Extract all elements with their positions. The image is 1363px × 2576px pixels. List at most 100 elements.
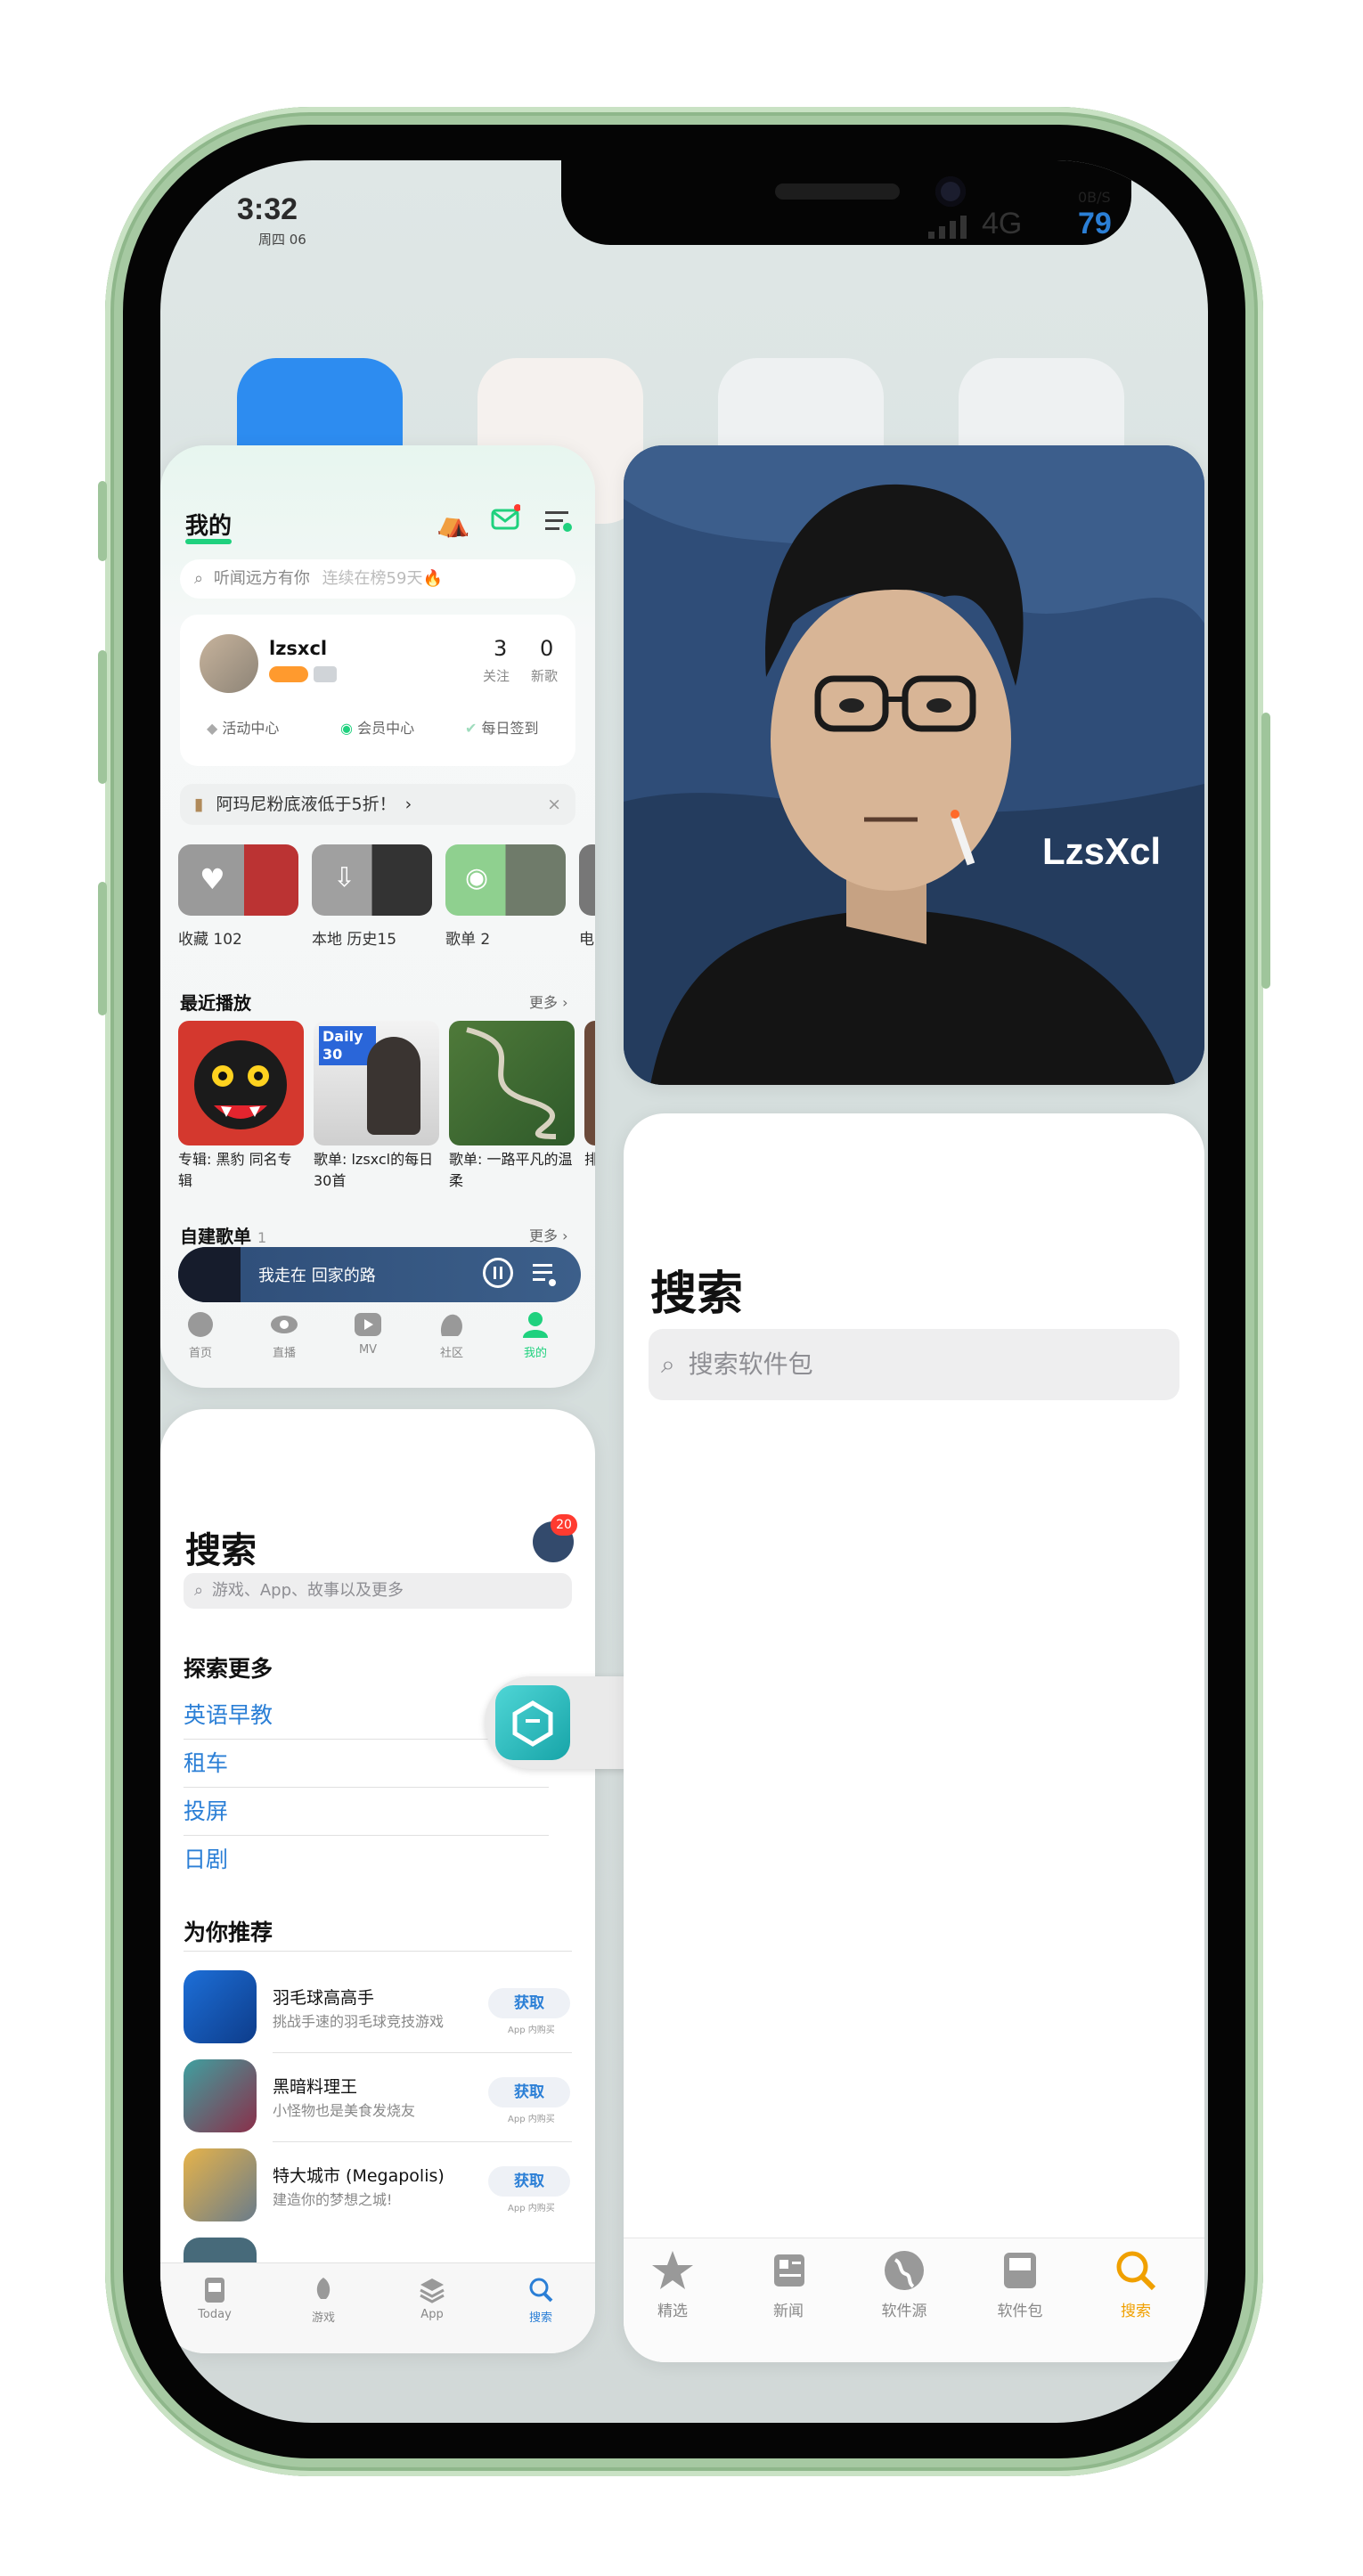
recent-caption-3: 歌单: 一路平凡的温柔 [449, 1151, 573, 1189]
globe-icon [885, 2251, 924, 2290]
mail-icon[interactable] [490, 504, 521, 538]
new-count[interactable]: 0 [540, 636, 553, 661]
profile-card[interactable]: lzsxcl 3 关注 0 新歌 ◆ 活动中心 ◉ 会员中心 ✔ 每日签到 [180, 615, 575, 766]
volume-up-button [98, 650, 107, 784]
recent-more-link[interactable]: 更多 › [529, 990, 568, 1012]
app-name[interactable]: 特大城市 (Megapolis) [273, 2163, 445, 2187]
search-icon [529, 2278, 553, 2303]
tab-featured[interactable]: 精选 [624, 2247, 722, 2320]
tab-packages[interactable]: 软件包 [971, 2247, 1069, 2320]
dark-cuisine-app-icon[interactable] [184, 2059, 257, 2132]
recommend-title: 为你推荐 [184, 1920, 273, 1945]
eye-icon [271, 1316, 298, 1333]
megapolis-app-icon[interactable] [184, 2148, 257, 2221]
chevron-right-icon: › [404, 795, 412, 814]
portrait-image [367, 1037, 420, 1135]
sileo-tab-bar: 精选 新闻 软件源 软件包 搜索 [624, 2238, 1204, 2362]
playlist-queue-icon[interactable] [531, 1261, 559, 1292]
app-store-card[interactable]: 搜索 20 ⌕ 游戏、App、故事以及更多 探索更多 英语早教 租车 投屏 日剧… [160, 1409, 595, 2353]
floating-app-pill[interactable] [485, 1676, 645, 1769]
tab-apps[interactable]: App [392, 2276, 472, 2321]
pause-icon[interactable] [483, 1258, 513, 1288]
custom-playlist-more-link[interactable]: 更多 › [529, 1224, 568, 1245]
music-tab-home[interactable]: 首页 [185, 1309, 227, 1360]
activity-center-link[interactable]: ◆ 活动中心 [207, 716, 279, 738]
tab-search[interactable]: 搜索 [1087, 2247, 1185, 2320]
recent-caption-2: 歌单: lzsxcl的每日30首 [314, 1151, 434, 1189]
get-button[interactable]: 获取 [488, 2077, 570, 2107]
radio-tile[interactable] [579, 844, 595, 916]
now-playing-cover [178, 1247, 241, 1302]
local-label: 本地 历史15 [312, 931, 397, 949]
search-icon: ⌕ [661, 1349, 675, 1379]
music-tab-mv[interactable]: MV [353, 1309, 395, 1357]
recent-cover-road[interactable] [449, 1021, 575, 1145]
discover-link-1[interactable]: 英语早教 [184, 1698, 273, 1730]
person-icon [523, 1312, 548, 1338]
daily-checkin-link[interactable]: ✔ 每日签到 [465, 716, 539, 738]
recent-caption-1: 专辑: 黑豹 同名专辑 [178, 1151, 292, 1189]
tab-sources[interactable]: 软件源 [855, 2247, 953, 2320]
page-title: 搜索 [185, 1530, 257, 1571]
volume-down-button [98, 882, 107, 1015]
search-placeholder: 听闻远方有你 [213, 569, 310, 588]
music-tab-mine[interactable]: 我的 [520, 1309, 562, 1360]
ad-banner[interactable]: ▮ 阿玛尼粉底液低于5折！ › × [180, 784, 575, 825]
avatar[interactable] [200, 634, 258, 693]
divider [273, 2141, 572, 2142]
search-icon [1116, 2251, 1156, 2291]
recent-title: 最近播放 [180, 992, 251, 1014]
search-input[interactable]: ⌕ 游戏、App、故事以及更多 [184, 1573, 572, 1609]
follow-label: 关注 [483, 668, 510, 684]
close-icon[interactable]: × [547, 784, 561, 825]
search-input[interactable]: ⌕ 听闻远方有你 连续在榜59天🔥 [180, 559, 575, 599]
divider [273, 2052, 572, 2053]
tent-icon[interactable]: ⛺ [437, 508, 469, 539]
menu-icon[interactable] [543, 508, 574, 538]
tab-mine-title[interactable]: 我的 [185, 508, 232, 541]
new-label: 新歌 [531, 668, 559, 684]
app-name[interactable]: 黑暗料理王 [273, 2074, 357, 2098]
newspaper-icon [774, 2254, 804, 2287]
get-button[interactable]: 获取 [488, 2166, 570, 2197]
next-app-icon[interactable] [184, 2238, 257, 2262]
avatar-wallpaper-card[interactable]: LzsXcl [624, 445, 1204, 1085]
search-input[interactable]: ⌕ 搜索软件包 [649, 1329, 1179, 1400]
app-store-tab-bar: Today 游戏 App 搜索 [160, 2262, 595, 2353]
account-avatar[interactable]: 20 [533, 1514, 577, 1562]
sileo-app-icon[interactable] [495, 1685, 570, 1760]
follow-count[interactable]: 3 [494, 636, 507, 661]
recent-cover-daily30[interactable]: Daily 30 [314, 1021, 439, 1145]
recent-cover-chart[interactable] [584, 1021, 595, 1145]
badminton-app-icon[interactable] [184, 1970, 257, 2043]
mini-player[interactable]: 我走在 回家的路 [178, 1247, 581, 1302]
get-button[interactable]: 获取 [488, 1988, 570, 2018]
sileo-card[interactable]: 搜索 ⌕ 搜索软件包 精选 新闻 软件源 软件包 搜索 [624, 1113, 1204, 2362]
discover-link-3[interactable]: 投屏 [184, 1794, 228, 1826]
search-icon: ⌕ [194, 1581, 204, 1600]
playlist-tile[interactable]: ◉ [445, 844, 566, 916]
cartoon-portrait [624, 445, 1204, 1085]
tab-games[interactable]: 游戏 [283, 2276, 363, 2325]
tab-search[interactable]: 搜索 [501, 2276, 581, 2325]
star-icon [652, 2251, 693, 2289]
discover-title: 探索更多 [184, 1656, 273, 1682]
recent-cover-panther[interactable] [178, 1021, 304, 1145]
tab-news[interactable]: 新闻 [739, 2247, 837, 2320]
vinyl-icon: ◉ [340, 720, 353, 737]
discover-link-4[interactable]: 日剧 [184, 1842, 228, 1874]
vip-center-link[interactable]: ◉ 会员中心 [340, 716, 414, 738]
music-tab-live[interactable]: 直播 [269, 1309, 311, 1360]
favorites-tile[interactable]: ♥ [178, 844, 298, 916]
community-icon [440, 1314, 462, 1336]
username[interactable]: lzsxcl [269, 638, 327, 659]
discover-link-2[interactable]: 租车 [184, 1746, 228, 1778]
music-app-card[interactable]: 我的 ⛺ ⌕ 听闻远方有你 连续在榜59天🔥 lzsxcl 3 关注 0 新歌 … [160, 445, 595, 1388]
app-name[interactable]: 羽毛球高高手 [273, 1985, 374, 2009]
tab-today[interactable]: Today [175, 2276, 255, 2321]
app-subtitle: 挑战手速的羽毛球竞技游戏 [273, 2013, 445, 2030]
music-tab-community[interactable]: 社区 [437, 1309, 478, 1360]
local-tile[interactable]: ⇩ [312, 844, 432, 916]
mute-switch [98, 481, 107, 561]
notch [561, 160, 1131, 245]
